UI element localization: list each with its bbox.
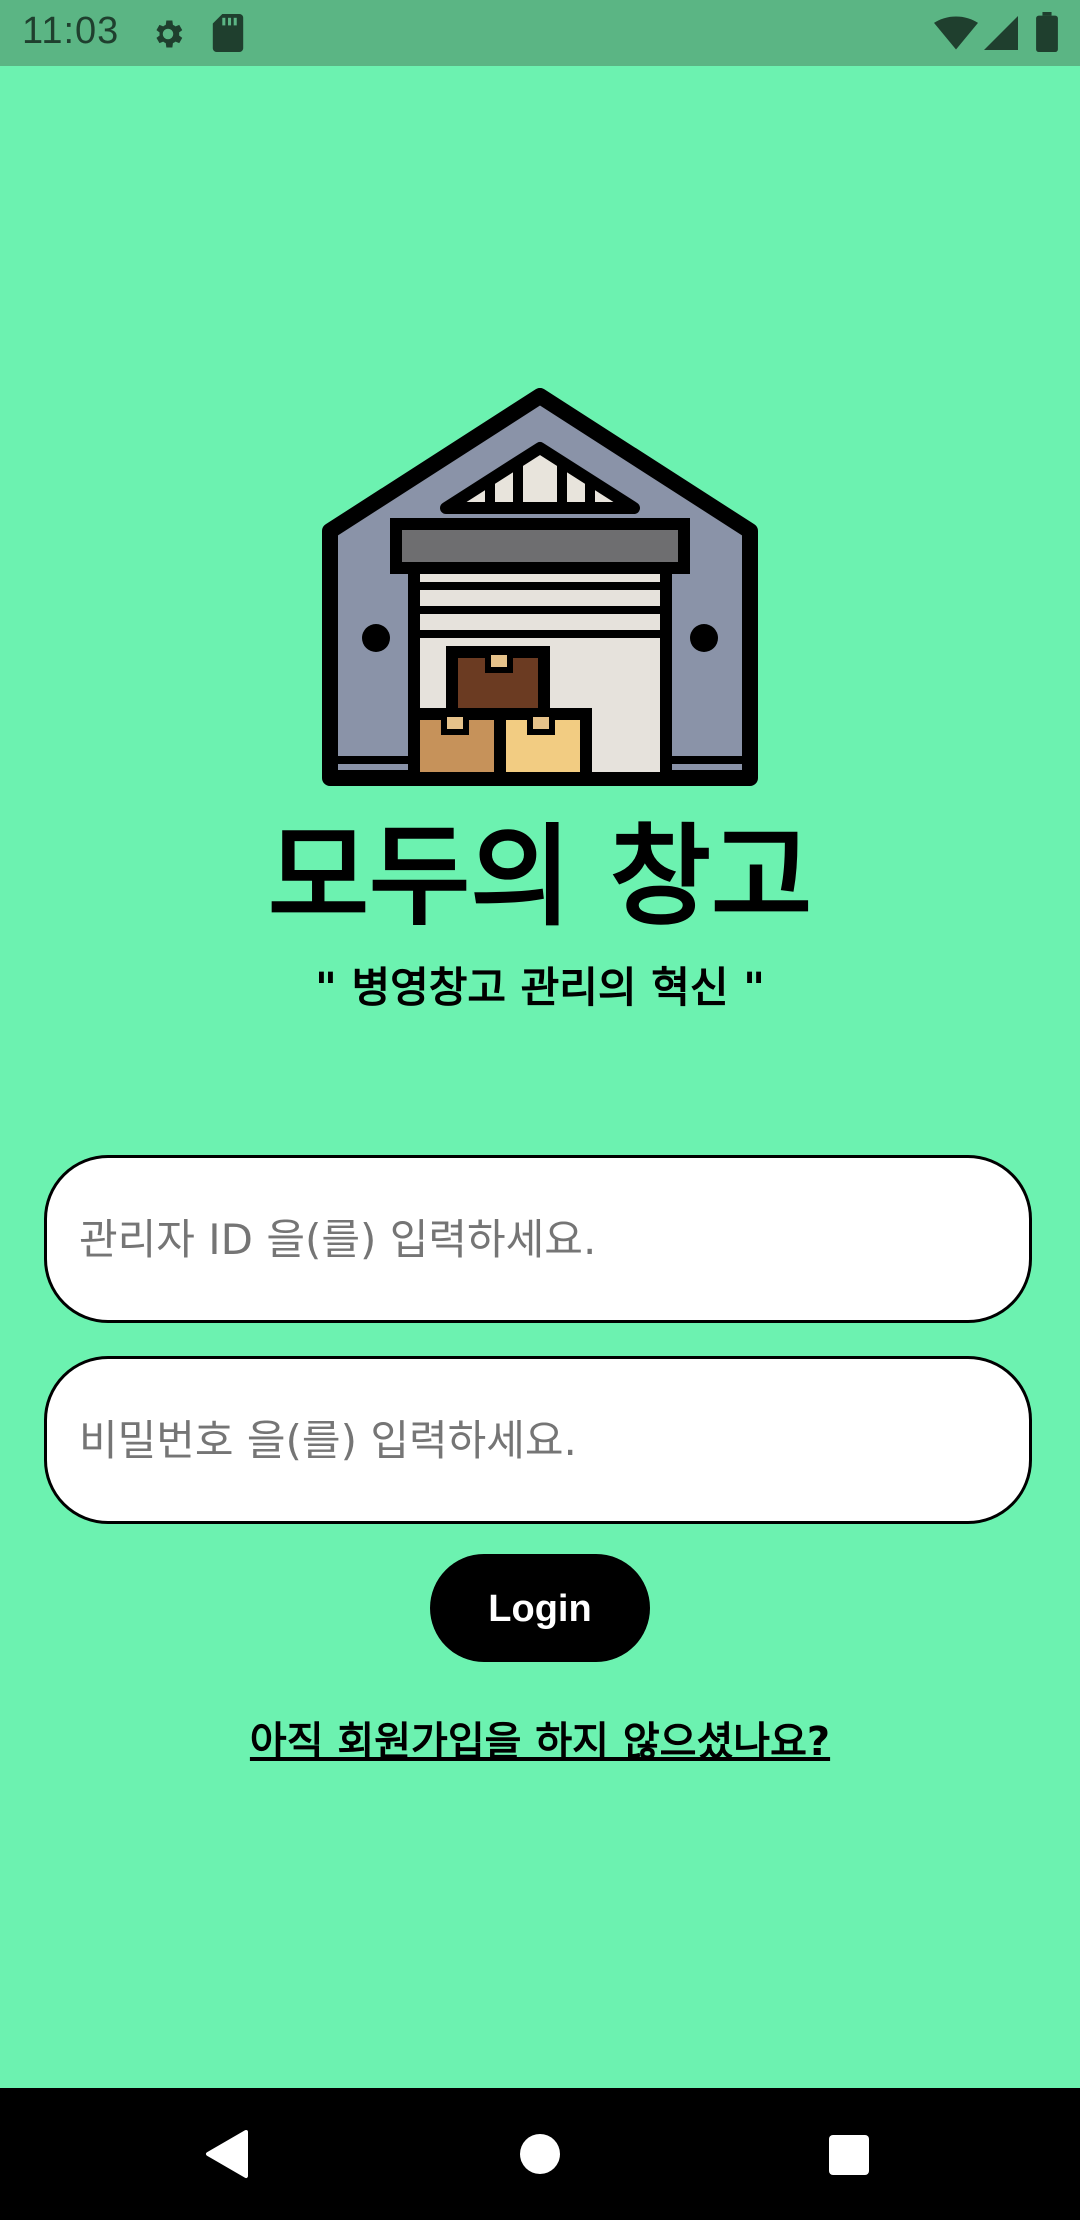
app-subtitle: " 병영창고 관리의 혁신 " bbox=[314, 963, 765, 1012]
signal-icon bbox=[984, 16, 1018, 50]
warehouse-icon bbox=[322, 388, 758, 786]
signup-link[interactable]: 아직 회원가입을 하지 않으셨나요? bbox=[0, 1714, 1080, 1770]
navigation-bar bbox=[0, 2088, 1080, 2220]
back-icon[interactable] bbox=[202, 2128, 252, 2180]
password-input[interactable] bbox=[79, 1359, 999, 1521]
status-time: 11:03 bbox=[22, 10, 120, 52]
wifi-icon bbox=[934, 16, 978, 50]
recents-icon[interactable] bbox=[828, 2134, 870, 2176]
home-icon[interactable] bbox=[518, 2132, 562, 2176]
admin-id-input[interactable] bbox=[79, 1158, 999, 1320]
password-field[interactable] bbox=[44, 1356, 1032, 1524]
status-bar: 11:03 bbox=[0, 0, 1080, 66]
battery-icon bbox=[1036, 12, 1058, 52]
sd-card-icon bbox=[212, 14, 244, 52]
gear-icon bbox=[156, 20, 183, 48]
app-title: 모두의 창고 bbox=[267, 813, 813, 941]
login-button[interactable]: Login bbox=[430, 1554, 650, 1662]
admin-id-field[interactable] bbox=[44, 1155, 1032, 1323]
login-screen: 11:03 모두의 창고 " 병영창고 관리의 혁신 " 관리자 ID 을(를)… bbox=[0, 0, 1080, 2220]
